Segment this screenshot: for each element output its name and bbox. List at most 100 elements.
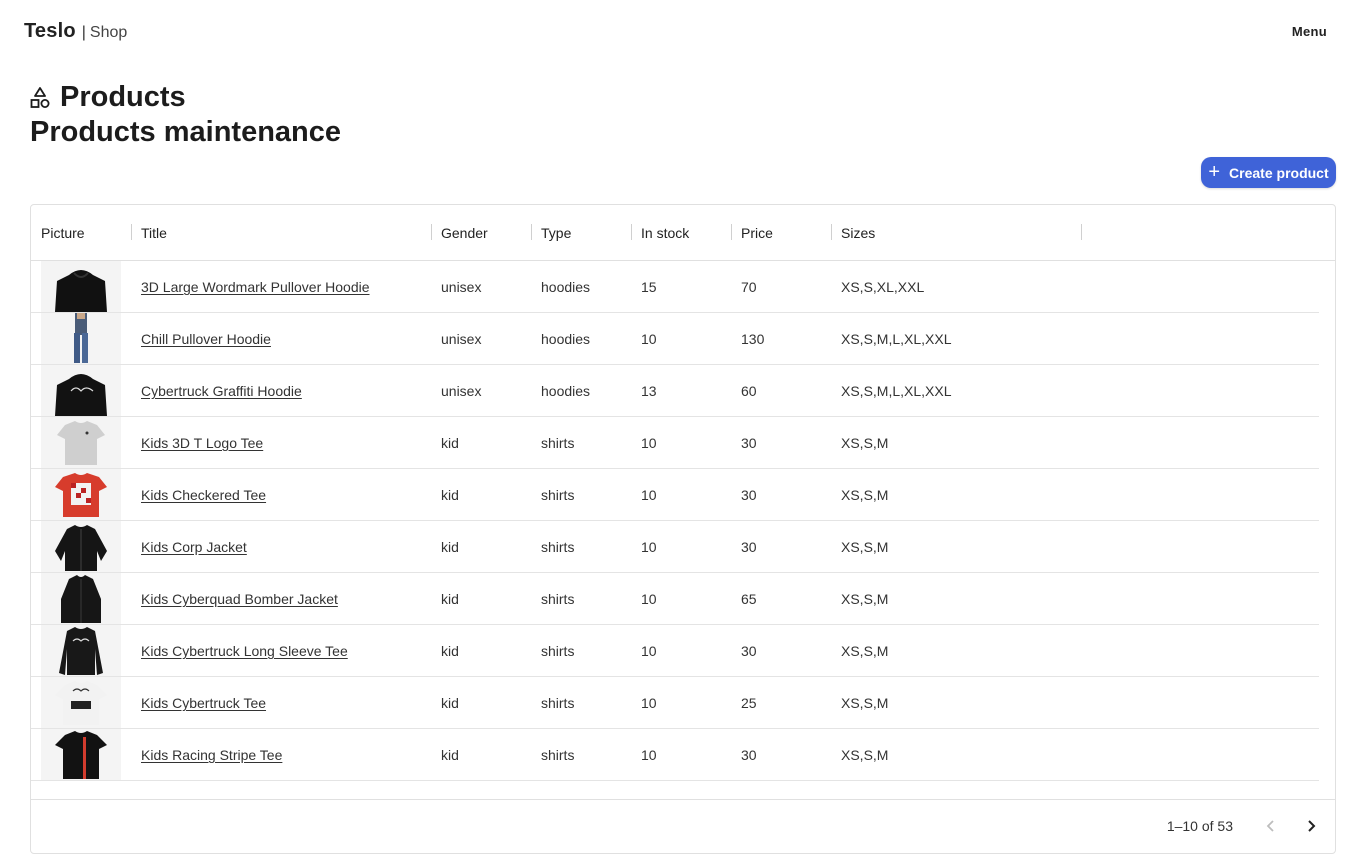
product-type-cell: shirts: [541, 643, 575, 659]
product-price-cell: 60: [741, 383, 757, 399]
column-header-picture[interactable]: Picture: [31, 205, 131, 261]
plus-icon: +: [1208, 160, 1221, 183]
product-title-link[interactable]: Kids Corp Jacket: [141, 539, 247, 555]
product-stock-cell: 10: [641, 643, 657, 659]
page-subtitle: Products maintenance: [30, 116, 342, 148]
product-title-link[interactable]: Kids Cybertruck Tee: [141, 695, 266, 711]
product-sizes-cell: XS,S,M,L,XL,XXL: [841, 331, 952, 347]
previous-page-button[interactable]: [1259, 814, 1283, 838]
menu-button[interactable]: Menu: [1292, 24, 1327, 39]
product-title-cell: Kids Cyberquad Bomber Jacket: [131, 573, 431, 625]
column-header-sizes[interactable]: Sizes: [831, 205, 1081, 261]
product-image: [41, 625, 121, 676]
product-thumbnail: [55, 473, 107, 517]
column-separator[interactable]: [1081, 224, 1082, 240]
table-row[interactable]: 3D Large Wordmark Pullover Hoodie unisex h…: [31, 261, 1319, 313]
page-header: Products Products maintenance: [30, 80, 341, 149]
product-title-link[interactable]: Kids Cyberquad Bomber Jacket: [141, 591, 338, 607]
product-price-cell: 30: [741, 435, 757, 451]
product-sizes-cell: XS,S,M: [841, 591, 889, 607]
product-sizes-cell: XS,S,M: [841, 643, 889, 659]
brand-section: Shop: [89, 24, 128, 41]
product-gender-cell: unisex: [441, 383, 482, 399]
table-row[interactable]: Kids 3D T Logo Tee kid shirts 10 30 XS,S,M: [31, 417, 1319, 469]
page-title: Products: [60, 80, 186, 113]
product-price-cell: 30: [741, 747, 757, 763]
product-price-cell: 30: [741, 539, 757, 555]
product-price-cell: 70: [741, 279, 757, 295]
table-row[interactable]: Kids Cybertruck Long Sleeve Tee kid shirts…: [31, 625, 1319, 677]
product-title-link[interactable]: Kids Racing Stripe Tee: [141, 747, 282, 763]
table-header: Picture Title Gender Type In stock Price…: [31, 205, 1335, 261]
product-thumbnail: [61, 575, 101, 623]
pagination-range: 1–10 of 53: [1166, 818, 1233, 834]
product-sizes-cell: XS,S,M,L,XL,XXL: [841, 383, 952, 399]
product-thumbnail: [74, 313, 88, 363]
table-row[interactable]: Kids Corp Jacket kid shirts 10 30 XS,S,M: [31, 521, 1319, 573]
product-image: [41, 417, 121, 468]
product-stock-cell: 10: [641, 747, 657, 763]
brand-separator: |: [81, 24, 86, 41]
create-product-label: Create product: [1229, 164, 1329, 181]
product-image: [41, 573, 121, 624]
table-row[interactable]: Kids Checkered Tee kid shirts 10 30 XS,S,M: [31, 469, 1319, 521]
product-sizes-cell: XS,S,M: [841, 435, 889, 451]
title-row: Products: [30, 80, 341, 114]
product-sizes-cell: XS,S,M: [841, 487, 889, 503]
table-row[interactable]: Chill Pullover Hoodie unisex hoodies 10 130 X…: [31, 313, 1319, 365]
product-gender-cell: kid: [441, 435, 459, 451]
column-header-price[interactable]: Price: [731, 205, 831, 261]
product-stock-cell: 10: [641, 591, 657, 607]
product-type-cell: hoodies: [541, 279, 591, 295]
product-title-link[interactable]: Kids Cybertruck Long Sleeve Tee: [141, 643, 348, 659]
product-gender-cell: kid: [441, 487, 459, 503]
product-sizes-cell: XS,S,M: [841, 747, 889, 763]
product-sizes-cell: XS,S,XL,XXL: [841, 279, 925, 295]
create-product-button[interactable]: + Create product: [1201, 157, 1336, 188]
product-type-cell: shirts: [541, 591, 575, 607]
column-header-gender[interactable]: Gender: [431, 205, 531, 261]
product-title-link[interactable]: Kids Checkered Tee: [141, 487, 266, 503]
product-title-cell: Cybertruck Graffiti Hoodie: [131, 365, 431, 417]
product-title-cell: Kids Checkered Tee: [131, 469, 431, 521]
product-thumbnail: [59, 627, 103, 675]
product-stock-cell: 13: [641, 383, 657, 399]
product-stock-cell: 15: [641, 279, 657, 295]
product-title-link[interactable]: Cybertruck Graffiti Hoodie: [141, 383, 302, 399]
product-gender-cell: unisex: [441, 279, 482, 295]
product-image: [41, 521, 121, 572]
table-row[interactable]: Kids Cyberquad Bomber Jacket kid shirts 10 6…: [31, 573, 1319, 625]
product-title-link[interactable]: Kids 3D T Logo Tee: [141, 435, 263, 451]
product-title-cell: Kids Corp Jacket: [131, 521, 431, 573]
column-header-in-stock[interactable]: In stock: [631, 205, 731, 261]
category-shapes-icon: [30, 87, 50, 108]
next-page-button[interactable]: [1299, 814, 1323, 838]
product-stock-cell: 10: [641, 435, 657, 451]
brand-link[interactable]: Teslo | Shop: [24, 20, 127, 43]
table-row[interactable]: Kids Cybertruck Tee kid shirts 10 25 XS,S,M: [31, 677, 1319, 729]
product-image: [41, 729, 121, 780]
product-gender-cell: kid: [441, 643, 459, 659]
table-row[interactable]: Kids Racing Stripe Tee kid shirts 10 30 XS,S,…: [31, 729, 1319, 781]
product-title-link[interactable]: Chill Pullover Hoodie: [141, 331, 271, 347]
product-price-cell: 130: [741, 331, 765, 347]
product-type-cell: shirts: [541, 539, 575, 555]
column-header-type[interactable]: Type: [531, 205, 631, 261]
column-header-title[interactable]: Title: [131, 205, 431, 261]
product-title-cell: 3D Large Wordmark Pullover Hoodie: [131, 261, 431, 313]
product-stock-cell: 10: [641, 695, 657, 711]
product-type-cell: hoodies: [541, 383, 591, 399]
product-title-link[interactable]: 3D Large Wordmark Pullover Hoodie: [141, 279, 370, 295]
product-title-cell: Kids Cybertruck Long Sleeve Tee: [131, 625, 431, 677]
table-row[interactable]: Cybertruck Graffiti Hoodie unisex hoodies 1…: [31, 365, 1319, 417]
product-image: [41, 313, 121, 364]
product-price-cell: 25: [741, 695, 757, 711]
product-image: [41, 261, 121, 312]
product-sizes-cell: XS,S,M: [841, 539, 889, 555]
product-image: [41, 677, 121, 728]
product-stock-cell: 10: [641, 331, 657, 347]
product-type-cell: shirts: [541, 747, 575, 763]
product-title-cell: Kids 3D T Logo Tee: [131, 417, 431, 469]
product-type-cell: shirts: [541, 435, 575, 451]
product-thumbnail: [55, 731, 107, 779]
